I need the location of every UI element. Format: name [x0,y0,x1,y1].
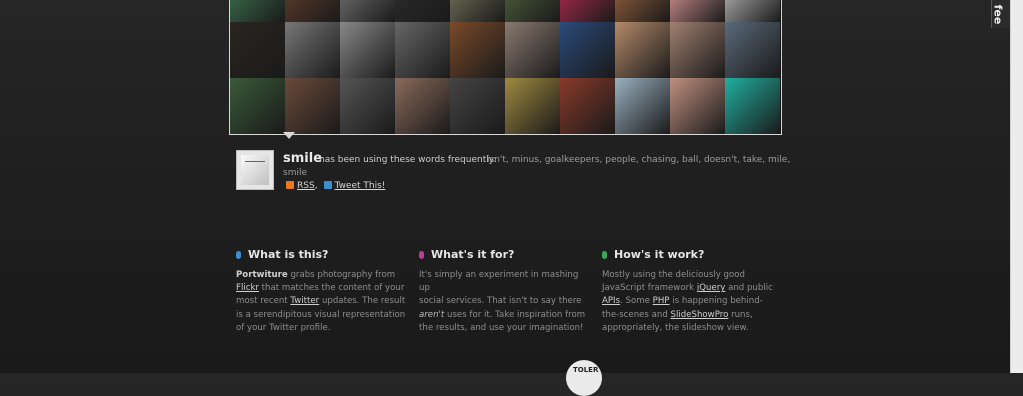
feedback-tab[interactable]: fee [991,0,1011,28]
photo-tile[interactable] [670,22,725,78]
body-text: Mostly using the deliciously good [602,270,745,280]
body-text: JavaScript framework [602,283,697,294]
body-text: is a serendipitous visual representation [236,309,406,320]
photo-tile[interactable] [725,78,780,134]
section-whats-it-for: What's it for? It's simply an experiment… [419,248,591,335]
body-text: . Some [620,296,653,307]
body-text: of your Twitter profile. [236,322,331,333]
photo-tile[interactable] [340,0,395,22]
section-title-text: How's it work? [614,248,705,261]
photo-tile[interactable] [450,22,505,78]
body-text: is happening behind- [669,296,763,307]
photo-tile[interactable] [615,0,670,22]
body-text: Portwiture [236,270,288,280]
drop-icon [419,251,424,259]
photo-tile[interactable] [285,22,340,78]
body-text: social services. That isn't to say there [419,296,582,307]
photo-tile[interactable] [340,78,395,134]
inline-link[interactable]: Twitter [290,296,319,306]
body-text: the-scenes and [602,309,671,320]
photo-grid [229,0,782,135]
body-text: updates. The result [319,296,406,307]
section-body: It's simply an experiment in mashing up s… [419,269,591,335]
photo-tile[interactable] [505,22,560,78]
section-title: How's it work? [602,248,774,264]
frequent-words-continued: smile [283,168,307,178]
usage-phrase: has been using these words frequently: [319,155,497,165]
photo-tile[interactable] [395,78,450,134]
body-text: appropriately, the slideshow view. [602,322,749,333]
body-text: grabs photography from [287,270,396,280]
photo-tile[interactable] [230,78,285,134]
photo-tile[interactable] [560,0,615,22]
section-body: Mostly using the deliciously good JavaScr… [602,269,774,335]
photo-tile[interactable] [725,22,780,78]
photo-tile[interactable] [725,0,780,22]
section-body: Portwiture grabs photography from Flickr … [236,269,408,335]
inline-link[interactable]: Flickr [236,283,259,293]
photo-tile[interactable] [285,78,340,134]
photo-tile[interactable] [450,0,505,22]
inline-link[interactable]: SlideShowPro [671,310,729,320]
frequent-words: isn't, minus, goalkeepers, people, chasi… [487,155,791,165]
tweet-this-link[interactable]: Tweet This! [335,181,386,191]
body-text: the results, and use your imagination! [419,322,584,333]
photo-tile[interactable] [560,22,615,78]
avatar-sketch-line [245,161,265,162]
body-text: It's simply an experiment in mashing up [419,270,579,294]
body-text: aren't [419,309,445,320]
photo-tile[interactable] [670,78,725,134]
photo-tile[interactable] [615,78,670,134]
photo-tile[interactable] [340,22,395,78]
photo-tile[interactable] [505,0,560,22]
rss-icon [286,181,294,189]
photo-tile[interactable] [230,22,285,78]
inline-link[interactable]: APIs [602,296,620,306]
photo-tile[interactable] [615,22,670,78]
body-text: runs, [728,309,753,320]
inline-link[interactable]: jQuery [697,283,726,293]
body-text: and public [725,283,773,294]
footer-badge[interactable]: TOLER [566,360,602,396]
photo-tile[interactable] [285,0,340,22]
section-title: What's it for? [419,248,591,264]
feedback-tab-label: fee [991,4,1005,25]
body-text: most recent [236,296,291,307]
section-hows-it-work: How's it work? Mostly using the deliciou… [602,248,774,335]
grid-pointer [283,132,295,139]
section-title-text: What is this? [248,248,329,261]
photo-tile[interactable] [395,0,450,22]
section-title: What is this? [236,248,408,264]
photo-tile[interactable] [230,0,285,22]
rss-link[interactable]: RSS [297,181,315,191]
body-text: that matches the content of your [258,283,405,294]
photo-tile[interactable] [670,0,725,22]
twitter-icon [323,181,332,189]
avatar[interactable] [236,150,274,190]
avatar-image [241,155,269,185]
drop-icon [602,251,607,259]
photo-tile[interactable] [450,78,505,134]
username[interactable]: smile [283,151,322,166]
photo-tile[interactable] [560,78,615,134]
drop-icon [236,251,241,259]
body-text: uses for it. Take inspiration from [444,309,586,320]
share-links: RSS, Tweet This! [286,181,385,191]
photo-tile[interactable] [505,78,560,134]
section-title-text: What's it for? [431,248,515,261]
section-what-is-this: What is this? Portwiture grabs photograp… [236,248,408,335]
inline-link[interactable]: PHP [653,296,670,306]
photo-tile[interactable] [395,22,450,78]
scrollbar[interactable] [1010,0,1023,373]
